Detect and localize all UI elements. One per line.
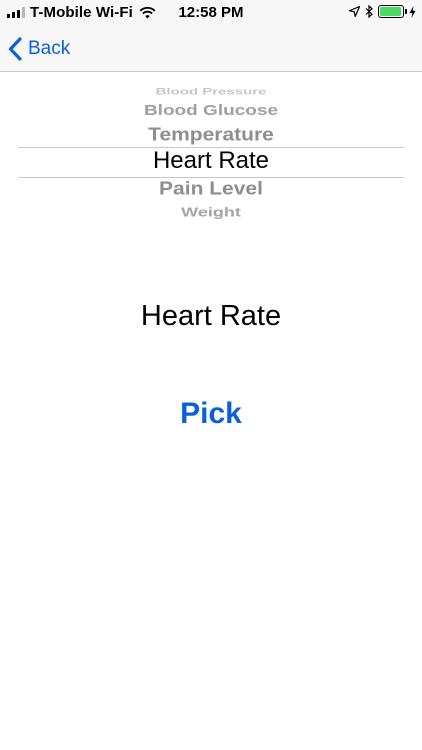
battery-icon [378, 5, 407, 18]
status-bar: T-Mobile Wi-Fi 12:58 PM [0, 0, 422, 26]
navigation-bar: Back [0, 26, 422, 72]
picker-selection-top-line [18, 147, 404, 148]
picker-item-blood-glucose[interactable]: Blood Glucose [0, 103, 422, 118]
picker-item-weight[interactable]: Weight [0, 206, 422, 219]
picker-item-pain-level[interactable]: Pain Level [0, 179, 422, 198]
back-label: Back [28, 38, 71, 59]
pick-button[interactable]: Pick [161, 392, 261, 436]
back-button[interactable]: Back [8, 34, 70, 64]
item-picker[interactable]: Blood Pressure Blood Glucose Temperature… [0, 82, 422, 232]
picker-item-temperature[interactable]: Temperature [0, 125, 422, 144]
bluetooth-icon [365, 5, 373, 18]
picker-item-heart-rate[interactable]: Heart Rate [0, 149, 422, 173]
status-right [349, 5, 416, 18]
location-arrow-icon [349, 6, 360, 17]
charging-bolt-icon [409, 5, 416, 18]
chevron-left-icon [8, 37, 22, 61]
battery-fill [380, 7, 401, 16]
picker-selection-bottom-line [18, 177, 404, 178]
selected-value-label: Heart Rate [140, 300, 282, 332]
picker-item-blood-pressure[interactable]: Blood Pressure [0, 87, 422, 96]
